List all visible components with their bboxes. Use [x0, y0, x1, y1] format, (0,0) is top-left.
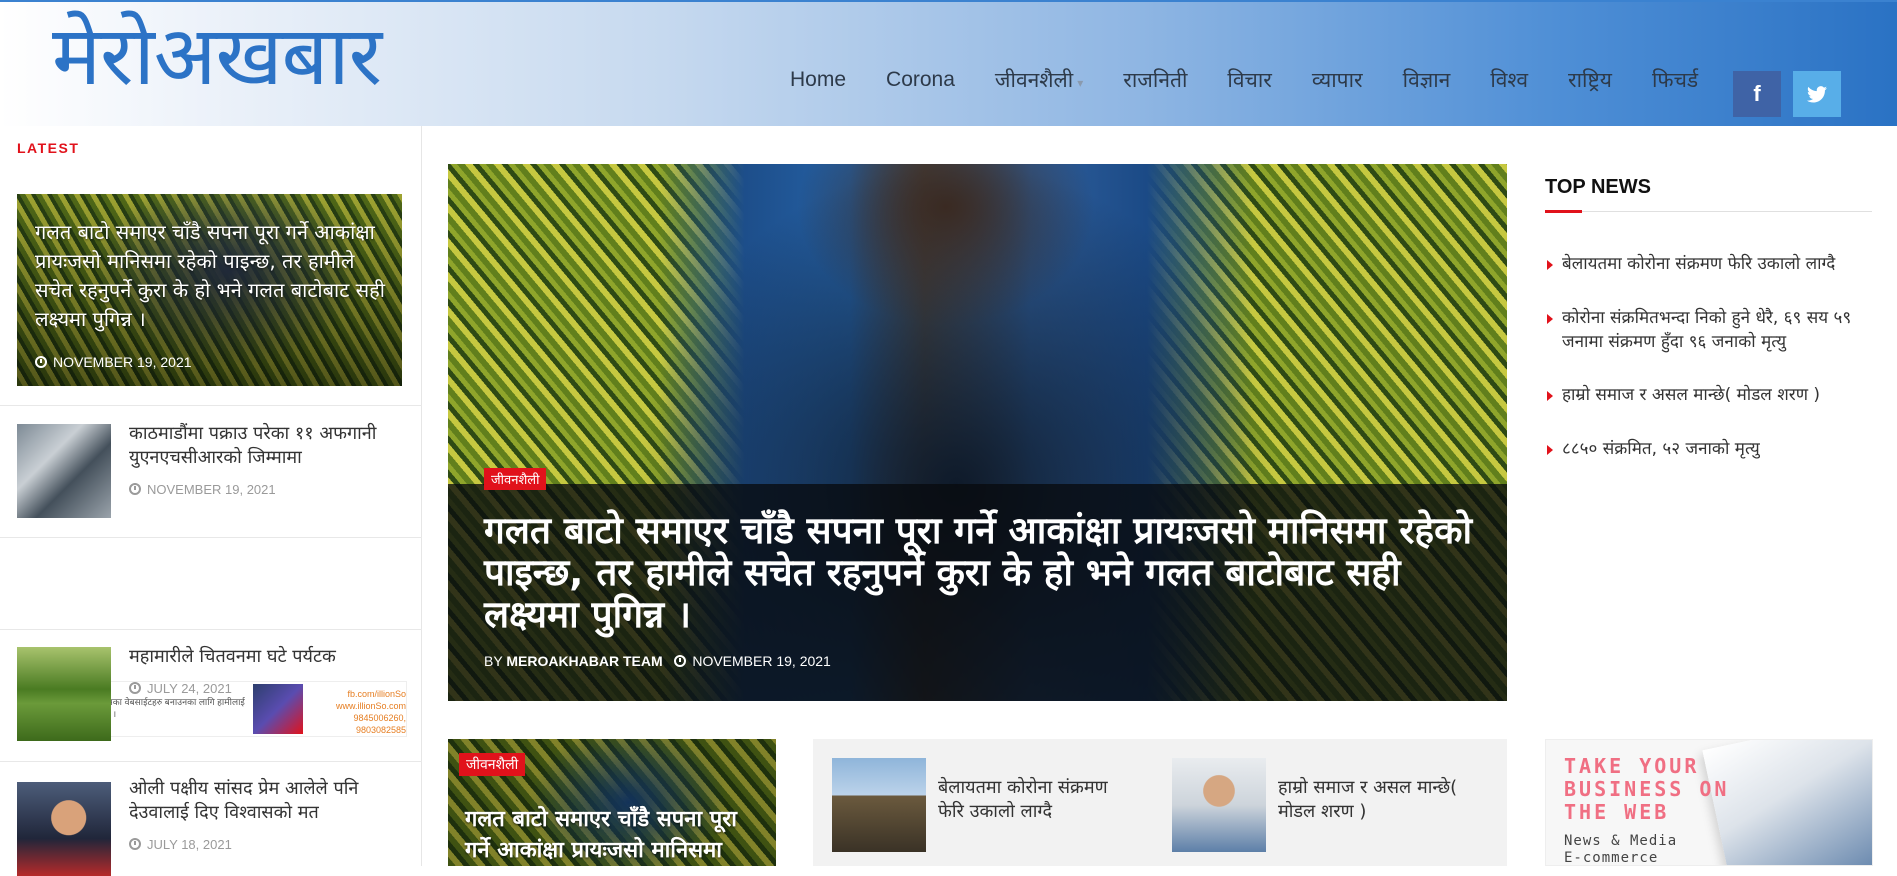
grid-item-thumbnail[interactable] — [1172, 758, 1266, 852]
latest-item-date-text: NOVEMBER 19, 2021 — [147, 482, 276, 497]
secondary-story-title[interactable]: गलत बाटो समाएर चाँडै सपना पूरा गर्ने आका… — [465, 804, 765, 866]
grid-item-title[interactable]: बेलायतमा कोरोना संक्रमण फेरि उकालो लाग्द… — [938, 776, 1138, 824]
clock-icon — [674, 655, 687, 667]
top-news-item[interactable]: हाम्रो समाज र असल मान्छे( मोडल शरण ) — [1545, 383, 1875, 407]
latest-item-title[interactable]: ओली पक्षीय सांसद प्रेम आलेले पनि देउवाला… — [129, 777, 409, 825]
banner-contact-facebook: fb.com/illionSo — [347, 689, 406, 699]
nav-business[interactable]: व्यापार — [1312, 66, 1363, 94]
grid-item-title[interactable]: हाम्रो समाज र असल मान्छे( मोडल शरण ) — [1278, 776, 1478, 824]
latest-item-thumbnail[interactable] — [17, 782, 111, 876]
banner-graphic — [253, 684, 303, 734]
divider — [0, 761, 422, 762]
nav-national[interactable]: राष्ट्रिय — [1568, 66, 1612, 94]
divider — [1545, 211, 1872, 212]
site-header: मेरोअखबार Home Corona जीवनशैली ▾ राजनिती … — [0, 0, 1897, 126]
clock-icon — [129, 838, 141, 850]
featured-meta: BY MEROAKHABAR TEAM NOVEMBER 19, 2021 — [484, 653, 831, 669]
top-news-item[interactable]: कोरोना संक्रमितभन्दा निको हुने धेरै, ६९ … — [1545, 306, 1875, 354]
latest-item-title[interactable]: महामारीले चितवनमा घटे पर्यटक — [129, 645, 409, 669]
latest-heading: LATEST — [17, 140, 80, 156]
latest-item-date: JULY 18, 2021 — [129, 837, 232, 852]
facebook-button[interactable]: f — [1733, 71, 1781, 117]
banner-contact-website: www.illionSo.com — [335, 701, 406, 711]
nav-opinion[interactable]: विचार — [1227, 66, 1271, 94]
main-nav: Home Corona जीवनशैली ▾ राजनिती विचार व्या… — [790, 66, 1738, 94]
latest-item-thumbnail[interactable] — [17, 647, 111, 741]
top-news-item[interactable]: बेलायतमा कोरोना संक्रमण फेरि उकालो लाग्द… — [1545, 252, 1875, 276]
featured-date: NOVEMBER 19, 2021 — [692, 653, 831, 669]
featured-category-tag[interactable]: जीवनशैली — [484, 468, 547, 490]
twitter-icon — [1807, 85, 1827, 102]
clock-icon — [129, 483, 141, 495]
facebook-icon: f — [1753, 81, 1761, 106]
top-news-item[interactable]: ८८५० संक्रमित, ५२ जनाको मृत्यु — [1545, 437, 1875, 461]
nav-world[interactable]: विश्व — [1490, 66, 1528, 94]
ad-service-item: E-commerce — [1564, 850, 1659, 866]
latest-hero-date: NOVEMBER 19, 2021 — [35, 354, 192, 370]
latest-item-date-text: JULY 24, 2021 — [147, 681, 232, 696]
nav-lifestyle-label: जीवनशैली — [994, 68, 1074, 92]
nav-lifestyle[interactable]: जीवनशैली ▾ — [995, 66, 1083, 94]
twitter-button[interactable] — [1793, 71, 1841, 117]
nav-politics[interactable]: राजनिती — [1123, 66, 1187, 94]
secondary-category-tag[interactable]: जीवनशैली — [459, 753, 526, 776]
heading-accent-bar — [1545, 210, 1582, 213]
nav-featured[interactable]: फिचर्ड — [1652, 66, 1698, 94]
ad-headline: TAKE YOUR BUSINESS ON THE WEB — [1564, 754, 1730, 824]
latest-hero-title[interactable]: गलत बाटो समाएर चाँडै सपना पूरा गर्ने आका… — [35, 218, 395, 334]
chevron-down-icon: ▾ — [1077, 76, 1084, 90]
banner-contact-phone: 9845006260, 9803082585 — [353, 713, 406, 735]
latest-item-date: JULY 24, 2021 — [129, 681, 232, 696]
nav-science[interactable]: विज्ञान — [1403, 66, 1451, 94]
featured-author[interactable]: MEROAKHABAR TEAM — [506, 653, 662, 669]
ad-services: News & Media E-commerce — [1564, 833, 1678, 866]
divider — [0, 405, 422, 406]
nav-home[interactable]: Home — [790, 68, 846, 92]
site-logo[interactable]: मेरोअखबार — [52, 16, 382, 98]
latest-item-title[interactable]: काठमाडौंमा पक्राउ परेका ११ अफगानी युएनएच… — [129, 422, 409, 470]
nav-corona[interactable]: Corona — [886, 68, 955, 92]
byline-prefix: BY — [484, 653, 503, 669]
business-ad[interactable]: TAKE YOUR BUSINESS ON THE WEB News & Med… — [1545, 739, 1873, 866]
latest-sidebar: LATEST गलत बाटो समाएर चाँडै सपना पूरा गर… — [0, 126, 422, 876]
clock-icon — [129, 682, 141, 694]
latest-hero-date-text: NOVEMBER 19, 2021 — [53, 354, 192, 370]
clock-icon — [35, 356, 47, 368]
divider — [0, 537, 422, 538]
divider — [0, 629, 422, 630]
top-news-heading: TOP NEWS — [1545, 176, 1651, 198]
latest-item-date-text: JULY 18, 2021 — [147, 837, 232, 852]
featured-title[interactable]: गलत बाटो समाएर चाँडै सपना पूरा गर्ने आका… — [484, 510, 1484, 636]
grid-item-thumbnail[interactable] — [832, 758, 926, 852]
latest-hero-card[interactable]: गलत बाटो समाएर चाँडै सपना पूरा गर्ने आका… — [17, 194, 402, 386]
banner-contact: fb.com/illionSo www.illionSo.com 9845006… — [310, 688, 406, 736]
latest-item-date: NOVEMBER 19, 2021 — [129, 482, 276, 497]
latest-item-thumbnail[interactable] — [17, 424, 111, 518]
ad-service-item: News & Media — [1564, 833, 1678, 849]
